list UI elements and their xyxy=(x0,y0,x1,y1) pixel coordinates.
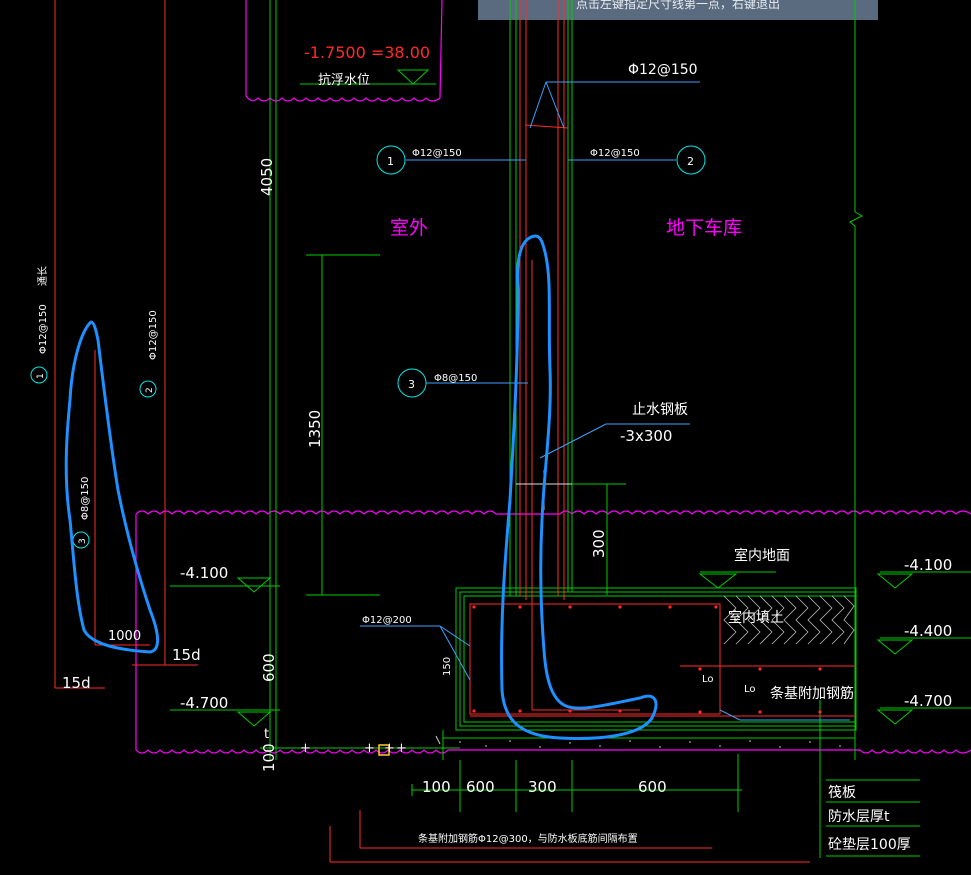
dim-bottom-600a: 600 xyxy=(466,778,495,796)
elevation-left-4100: -4.100 xyxy=(180,564,228,582)
lo-label-2: Lo xyxy=(744,684,756,695)
cursor-mark-3: + xyxy=(384,741,395,756)
reference-markers xyxy=(30,145,706,549)
indoor-floor-label: 室内地面 xyxy=(734,547,790,564)
strip-rebar-label: 条基附加钢筋 xyxy=(770,685,854,702)
markup-wall-loop xyxy=(500,234,658,740)
detail-rebar-1: Φ12@150 xyxy=(38,304,49,354)
left-dim-15d-a: 15d xyxy=(172,646,201,664)
elevation-right-4100: -4.100 xyxy=(904,556,952,574)
dim-300-wall: 300 xyxy=(590,529,608,558)
cursor-mark-1: + xyxy=(300,741,311,756)
elevation-left-4700: -4.700 xyxy=(180,694,228,712)
indoor-fill-label: 室内填土 xyxy=(728,609,784,626)
lo-label-1: Lo xyxy=(702,674,714,685)
structure-lines xyxy=(170,0,971,858)
elevation-right-4700: -4.700 xyxy=(904,692,952,710)
dim-t: t xyxy=(264,727,269,742)
waterstop-size: -3x300 xyxy=(620,427,672,445)
dim-bottom-600b: 600 xyxy=(638,778,667,796)
detail-rebar-2: Φ12@150 xyxy=(148,310,159,360)
dim-600-left: 600 xyxy=(260,653,278,682)
detail-rebar-1-note: 通长 xyxy=(37,266,49,286)
layer-bedding: 砼垫层100厚 xyxy=(828,837,911,853)
waterstop-title: 止水钢板 xyxy=(632,402,688,418)
detail-marker-2: 2 xyxy=(145,387,155,393)
elevation-right-4400: -4.400 xyxy=(904,622,952,640)
bottom-note: 条基附加钢筋Φ12@300，与防水板底筋间隔布置 xyxy=(418,832,638,845)
dim-bottom-300: 300 xyxy=(528,778,557,796)
room-garage-label: 地下车库 xyxy=(666,217,742,239)
rebar-1-callout: Φ12@150 xyxy=(412,148,462,159)
cursor-mark-4: + xyxy=(396,741,407,756)
marker-1: 1 xyxy=(387,155,394,168)
layer-raft: 筏板 xyxy=(828,784,856,801)
rebar-lines xyxy=(54,0,856,863)
water-level-value: -1.7500 =38.00 xyxy=(304,43,430,62)
rebar-2-callout: Φ12@150 xyxy=(590,148,640,159)
water-level-label: 抗浮水位 xyxy=(318,73,370,88)
left-dim-1000: 1000 xyxy=(108,629,141,644)
layer-waterproof: 防水层厚t xyxy=(828,809,890,825)
bedding-specks xyxy=(459,740,841,748)
dim-100-left: 100 xyxy=(260,743,278,772)
water-level-texts: -1.7500 =38.00 抗浮水位 xyxy=(304,43,430,88)
dim-1350: 1350 xyxy=(306,410,324,448)
marker-3: 3 xyxy=(408,378,415,391)
rebar-main-label: Φ12@150 xyxy=(628,62,698,78)
detail-rebar-3: Φ8@150 xyxy=(80,477,91,520)
detail-marker-1: 1 xyxy=(36,373,46,379)
cad-drawing-canvas[interactable]: -1.7500 =38.00 抗浮水位 室外 地下车库 Φ12@150 Φ12@… xyxy=(0,0,971,875)
cursor-mark-2: + xyxy=(364,741,375,756)
rebar-3-callout: Φ8@150 xyxy=(434,373,477,384)
dim-bottom-100: 100 xyxy=(422,778,451,796)
detail-marker-3: 3 xyxy=(78,538,88,544)
dim-4050: 4050 xyxy=(258,158,276,196)
left-dim-15d-b: 15d xyxy=(62,674,91,692)
marker-2: 2 xyxy=(687,155,694,168)
room-outside-label: 室外 xyxy=(390,217,428,239)
dim-150-slab: 150 xyxy=(442,657,453,676)
slab-bar-label: Φ12@200 xyxy=(362,615,412,626)
